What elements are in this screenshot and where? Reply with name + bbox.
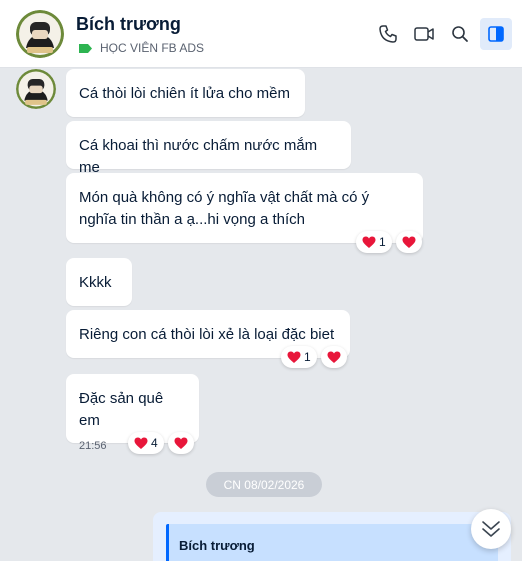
video-call-button[interactable] xyxy=(408,18,440,50)
conversation-header: Bích trương HỌC VIÊN FB ADS xyxy=(0,0,522,68)
message-text: Riêng con cá thòi lòi xẻ là loại đặc bie… xyxy=(79,326,335,343)
message-text: Cá khoai thì nước chấm nước mắm me xyxy=(79,137,318,176)
label-text: HỌC VIÊN FB ADS xyxy=(100,41,205,55)
date-divider: CN 08/02/2026 xyxy=(206,472,322,497)
heart-icon xyxy=(362,236,376,248)
message-list[interactable]: Cá thòi lòi chiên ít lửa cho mềm Cá khoa… xyxy=(0,69,522,561)
message-text-line: Món quà không có ý nghĩa vật chất mà có … xyxy=(79,189,370,206)
reaction-count: 4 xyxy=(151,436,158,450)
reaction-bar: 1 xyxy=(356,231,422,253)
react-button[interactable] xyxy=(320,346,347,368)
react-button[interactable] xyxy=(395,231,422,253)
tag-icon xyxy=(79,43,92,53)
message-bubble[interactable]: Cá khoai thì nước chấm nước mắm me xyxy=(66,121,351,176)
reaction-summary[interactable]: 1 xyxy=(356,231,392,253)
heart-icon xyxy=(134,437,148,449)
sidebar-toggle-icon xyxy=(488,26,504,42)
message-bubble[interactable]: Kkkk xyxy=(66,258,132,306)
message-text: Cá thòi lòi chiên ít lửa cho mềm xyxy=(79,85,290,102)
reaction-summary[interactable]: 4 xyxy=(128,432,164,454)
heart-icon xyxy=(287,351,301,363)
reaction-summary[interactable]: 1 xyxy=(281,346,317,368)
quoted-message[interactable]: Bích trương xyxy=(166,524,498,561)
message-text: Đặc sản quê em xyxy=(79,390,164,429)
heart-icon xyxy=(174,437,188,449)
heart-icon xyxy=(402,236,416,248)
message-bubble[interactable]: Cá thòi lòi chiên ít lửa cho mềm xyxy=(66,69,305,117)
reaction-count: 1 xyxy=(304,350,311,364)
double-chevron-down-icon xyxy=(482,521,500,537)
reaction-count: 1 xyxy=(379,235,386,249)
search-icon xyxy=(452,26,468,42)
search-button[interactable] xyxy=(444,18,476,50)
message-text: Kkkk xyxy=(79,274,112,291)
scroll-to-bottom-button[interactable] xyxy=(471,509,511,549)
sender-avatar[interactable] xyxy=(16,69,56,109)
toggle-sidebar-button[interactable] xyxy=(480,18,512,50)
call-button[interactable] xyxy=(372,18,404,50)
message-text-line: nghĩa tin thần a ạ...hi vọng a thích xyxy=(79,211,305,228)
reaction-bar: 1 xyxy=(281,346,347,368)
chat-window: Bích trương HỌC VIÊN FB ADS Cá thòi lòi … xyxy=(0,0,522,561)
phone-icon xyxy=(379,25,397,43)
reaction-bar: 4 xyxy=(128,432,194,454)
react-button[interactable] xyxy=(167,432,194,454)
video-call-icon xyxy=(414,27,434,41)
heart-icon xyxy=(327,351,341,363)
header-actions xyxy=(372,18,512,50)
avatar[interactable] xyxy=(16,10,64,58)
contact-label[interactable]: HỌC VIÊN FB ADS xyxy=(78,40,204,56)
contact-name[interactable]: Bích trương xyxy=(76,14,181,35)
quoted-sender: Bích trương xyxy=(179,538,255,553)
